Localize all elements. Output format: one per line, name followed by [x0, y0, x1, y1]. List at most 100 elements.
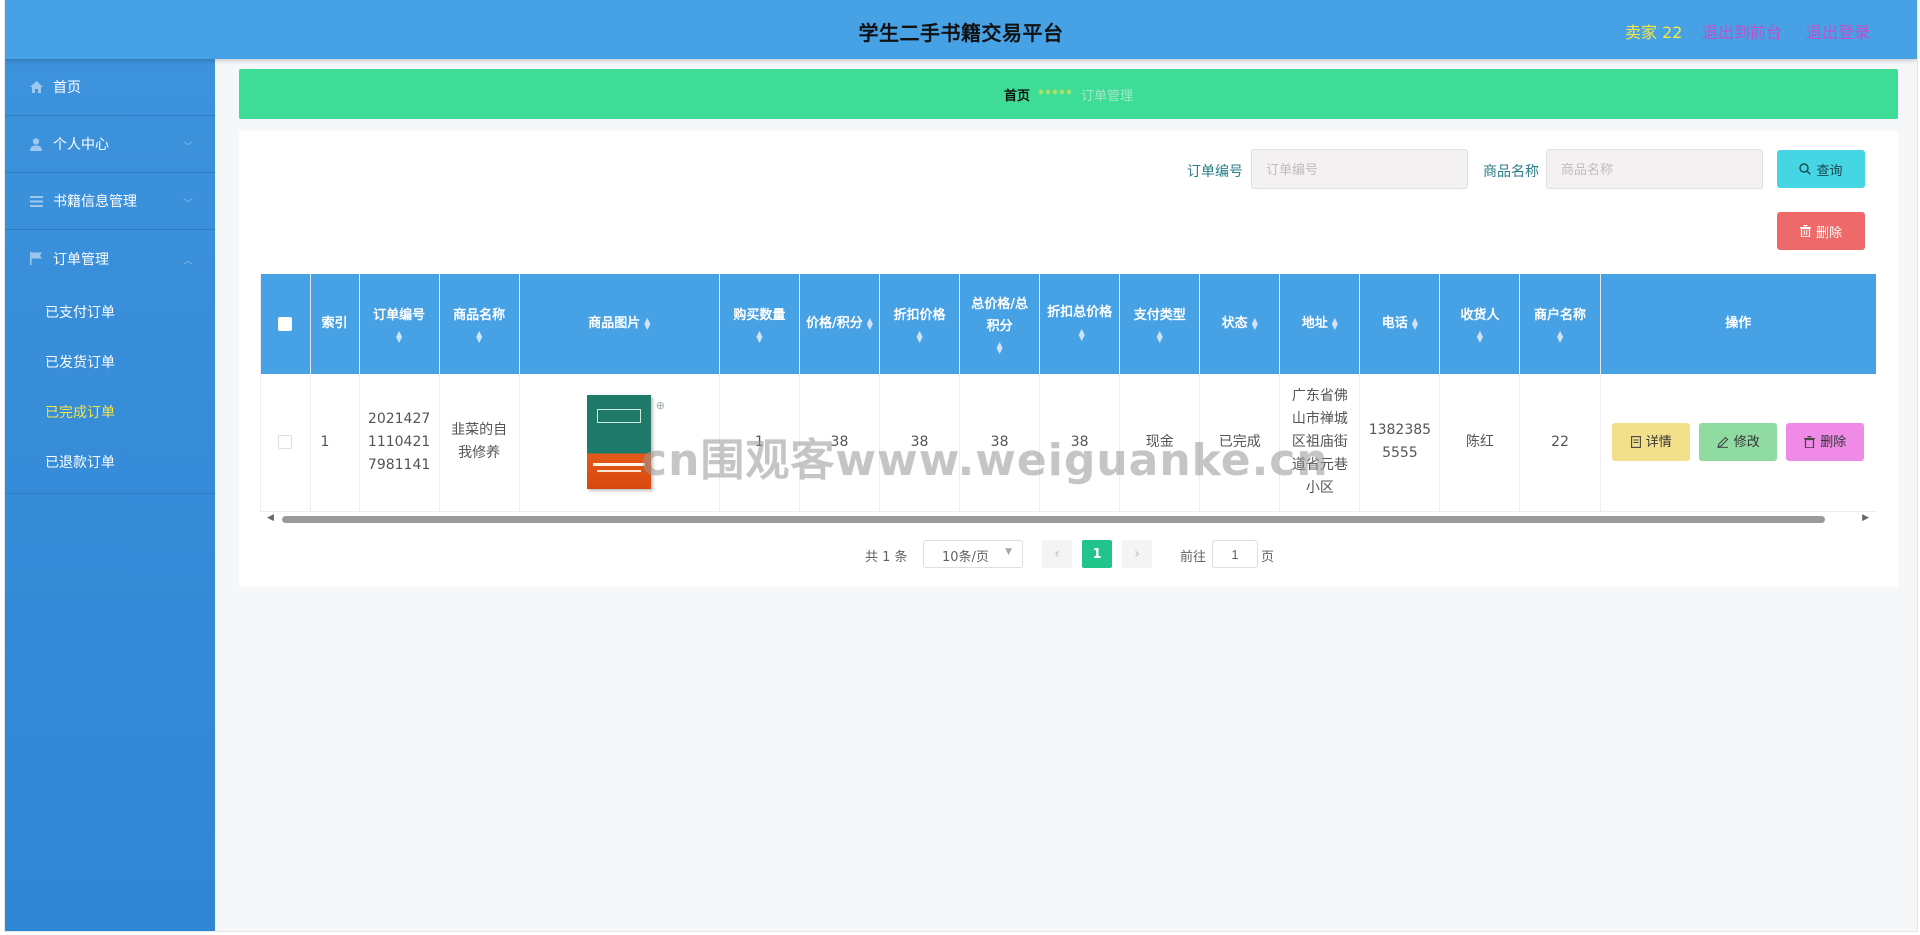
- sort-icon[interactable]: ▲ ▼: [886, 330, 953, 344]
- batch-delete-button[interactable]: 删除: [1777, 212, 1865, 250]
- breadcrumb-current: 订单管理: [1081, 88, 1134, 104]
- sort-icon[interactable]: ▲ ▼: [1079, 327, 1085, 341]
- flag-icon: [29, 252, 43, 266]
- query-button[interactable]: 查询: [1777, 150, 1865, 188]
- sidebar-item-label: 订单管理: [53, 251, 109, 268]
- sort-icon[interactable]: ▲ ▼: [726, 330, 793, 344]
- sidebar-item-label: 个人中心: [53, 137, 109, 153]
- sidebar-item-paid-orders[interactable]: 已支付订单: [5, 287, 215, 337]
- app-frame: 学生二手书籍交易平台 卖家 22 退出到前台 退出登录 首页 个人中心 ﹀ 书籍…: [4, 0, 1918, 932]
- sidebar-item-label: 书籍信息管理: [53, 194, 137, 210]
- horizontal-scrollbar[interactable]: ◀ ▶: [260, 512, 1876, 526]
- sort-icon[interactable]: ▲ ▼: [1126, 330, 1193, 344]
- column-header[interactable]: 商品名称 ▲ ▼: [439, 274, 520, 374]
- breadcrumb-separator: *****: [1038, 87, 1073, 101]
- chevron-down-icon: ﹀: [183, 142, 193, 153]
- cell-merchant: 22: [1519, 374, 1601, 512]
- scroll-left-icon[interactable]: ◀: [267, 513, 274, 523]
- column-header[interactable]: 商户名称 ▲ ▼: [1519, 274, 1601, 374]
- page-number-button[interactable]: 1: [1082, 540, 1112, 568]
- sort-icon[interactable]: ▲ ▼: [966, 341, 1033, 355]
- sidebar-item-personal-center[interactable]: 个人中心 ﹀: [5, 116, 215, 173]
- user-icon: [29, 137, 43, 151]
- cell-discount-total: 38: [1039, 374, 1121, 512]
- goto-page-input[interactable]: [1212, 540, 1258, 568]
- page-size-select[interactable]: 10条/页 ▼: [923, 540, 1023, 568]
- pagination: 共 1 条 10条/页 ▼ ‹ 1 › 前往 页: [239, 540, 1898, 568]
- sidebar-item-order-management[interactable]: 订单管理 ︿: [5, 230, 215, 287]
- scrollbar-thumb[interactable]: [282, 516, 1825, 523]
- sort-icon[interactable]: ▲ ▼: [1526, 330, 1593, 344]
- search-icon: [1799, 163, 1812, 175]
- column-header[interactable]: 商品图片 ▲ ▼: [519, 274, 720, 374]
- sort-icon[interactable]: ▲ ▼: [446, 330, 513, 344]
- sort-icon[interactable]: ▲ ▼: [1412, 316, 1418, 330]
- column-header[interactable]: 支付类型 ▲ ▼: [1119, 274, 1201, 374]
- detail-button[interactable]: 详情: [1612, 423, 1691, 462]
- home-icon: [29, 80, 43, 94]
- column-header: 操作: [1600, 274, 1876, 374]
- sidebar-item-shipped-orders[interactable]: 已发货订单: [5, 337, 215, 387]
- cell-product-name: 韭菜的自我修养: [439, 374, 520, 512]
- prev-page-button[interactable]: ‹: [1042, 540, 1072, 568]
- column-header[interactable]: 电话 ▲ ▼: [1359, 274, 1441, 374]
- logout-link[interactable]: 退出登录: [1806, 19, 1870, 43]
- column-header[interactable]: 状态 ▲ ▼: [1199, 274, 1281, 374]
- search-bar: 订单编号 商品名称: [239, 149, 1898, 189]
- trash-icon: [1804, 436, 1816, 449]
- order-table: 索引 订单编号 ▲ ▼ 商品名称 ▲ ▼ 商品图片 ▲ ▼ 购买数量 ▲ ▼ 价格/积分 ▲ ▼ 折…: [260, 274, 1876, 526]
- order-number-input[interactable]: [1251, 149, 1468, 189]
- cell-quantity: 1: [719, 374, 800, 512]
- cell-index: 1: [310, 374, 360, 512]
- current-user: 卖家 22: [1625, 23, 1683, 42]
- column-header[interactable]: 订单编号 ▲ ▼: [359, 274, 440, 374]
- batch-delete-label: 删除: [1815, 225, 1842, 241]
- edit-button[interactable]: 修改: [1699, 423, 1778, 462]
- column-header[interactable]: 索引: [310, 274, 360, 374]
- column-header[interactable]: 折扣总价格▲ ▼: [1039, 274, 1121, 374]
- breadcrumb: 首页 ***** 订单管理: [239, 69, 1898, 119]
- table-header-row: 索引 订单编号 ▲ ▼ 商品名称 ▲ ▼ 商品图片 ▲ ▼ 购买数量 ▲ ▼ 价格/积分 ▲ ▼ 折…: [261, 274, 1876, 374]
- column-header[interactable]: 收货人 ▲ ▼: [1439, 274, 1521, 374]
- sidebar-item-home[interactable]: 首页: [5, 59, 215, 116]
- order-number-label: 订单编号: [1187, 164, 1243, 180]
- sort-icon[interactable]: ▲ ▼: [1252, 316, 1258, 330]
- sort-icon[interactable]: ▲ ▼: [366, 330, 433, 344]
- order-panel: 订单编号 商品名称 查询 删除: [239, 131, 1898, 587]
- sidebar-item-completed-orders[interactable]: 已完成订单: [5, 387, 215, 437]
- select-all-checkbox[interactable]: [278, 316, 293, 331]
- next-page-button[interactable]: ›: [1122, 540, 1152, 568]
- book-cover-image[interactable]: [587, 395, 652, 490]
- sidebar: 首页 个人中心 ﹀ 书籍信息管理 ﹀ 订单管理 ︿ 已支付订单 已发货订单 已完…: [5, 59, 215, 931]
- sort-icon[interactable]: ▲ ▼: [644, 316, 650, 330]
- sidebar-item-refunded-orders[interactable]: 已退款订单: [5, 437, 215, 487]
- page-suffix: 页: [1261, 550, 1275, 565]
- cell-product-image: ⊕: [519, 374, 720, 512]
- scroll-right-icon[interactable]: ▶: [1862, 513, 1869, 523]
- cell-address: 广东省佛山市禅城区祖庙街道省元巷小区: [1279, 374, 1361, 512]
- column-header[interactable]: 总价格/总积分 ▲ ▼: [959, 274, 1041, 374]
- zoom-icon[interactable]: ⊕: [656, 394, 665, 417]
- row-checkbox[interactable]: [278, 434, 293, 449]
- goto-label: 前往: [1180, 550, 1207, 565]
- sort-icon[interactable]: ▲ ▼: [867, 316, 873, 330]
- breadcrumb-home[interactable]: 首页: [1004, 85, 1030, 104]
- column-header[interactable]: 折扣价格 ▲ ▼: [879, 274, 961, 374]
- column-header[interactable]: 购买数量 ▲ ▼: [719, 274, 800, 374]
- row-select-cell: [261, 374, 311, 512]
- product-name-input[interactable]: [1546, 149, 1763, 189]
- exit-to-front-link[interactable]: 退出到前台: [1702, 19, 1782, 43]
- sort-icon[interactable]: ▲ ▼: [1446, 330, 1513, 344]
- top-header: 学生二手书籍交易平台 卖家 22 退出到前台 退出登录: [5, 0, 1917, 59]
- edit-button-label: 修改: [1733, 434, 1760, 450]
- sort-icon[interactable]: ▲ ▼: [1332, 316, 1338, 330]
- product-name-label: 商品名称: [1483, 164, 1539, 180]
- column-header[interactable]: 价格/积分 ▲ ▼: [799, 274, 880, 374]
- sidebar-item-book-management[interactable]: 书籍信息管理 ﹀: [5, 173, 215, 230]
- column-header[interactable]: 地址 ▲ ▼: [1279, 274, 1361, 374]
- delete-button[interactable]: 删除: [1786, 423, 1865, 462]
- chevron-down-icon: ▼: [1005, 547, 1012, 557]
- query-button-label: 查询: [1816, 163, 1843, 179]
- cell-phone: 13823855555: [1359, 374, 1441, 512]
- document-icon: [1630, 436, 1641, 449]
